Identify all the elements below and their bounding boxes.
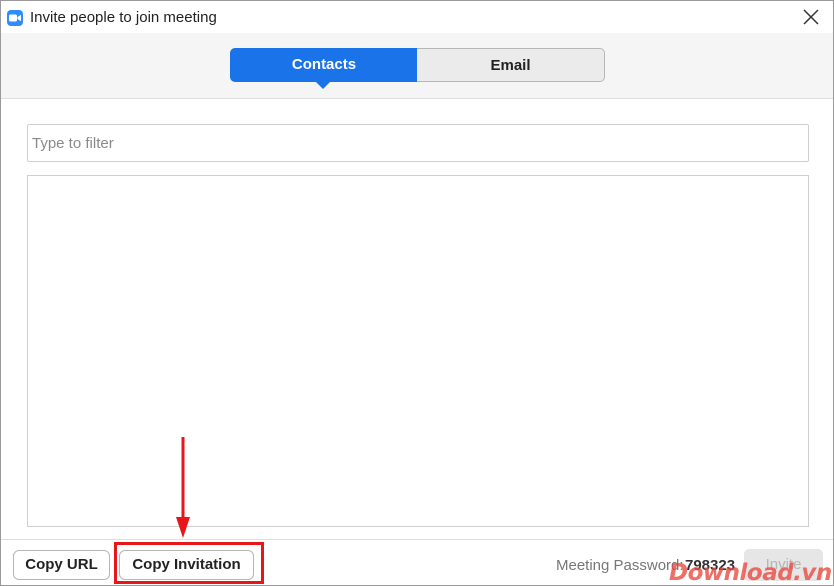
tab-switcher: Contacts Email (230, 48, 605, 89)
meeting-password-label: Meeting Password: (556, 557, 684, 574)
filter-input[interactable] (27, 124, 809, 162)
tab-contacts-label: Contacts (291, 56, 357, 73)
annotation-arrow-icon (176, 437, 190, 538)
active-tab-pointer (316, 82, 330, 89)
close-icon[interactable] (799, 5, 823, 29)
watermark-logo: Download.vn (669, 560, 832, 586)
tab-email[interactable]: Email (417, 48, 605, 82)
annotation-highlight-box (114, 542, 264, 584)
tab-header: Contacts Email (1, 33, 833, 99)
tab-email-label: Email (490, 57, 531, 74)
invite-dialog: Invite people to join meeting Contacts E… (0, 0, 834, 586)
zoom-camera-icon (7, 10, 23, 26)
tab-contacts[interactable]: Contacts (230, 48, 418, 89)
contact-list[interactable] (27, 175, 809, 527)
window-title: Invite people to join meeting (30, 9, 217, 26)
copy-url-button[interactable]: Copy URL (13, 550, 110, 580)
footer-divider (1, 539, 833, 540)
title-bar: Invite people to join meeting (1, 1, 833, 33)
